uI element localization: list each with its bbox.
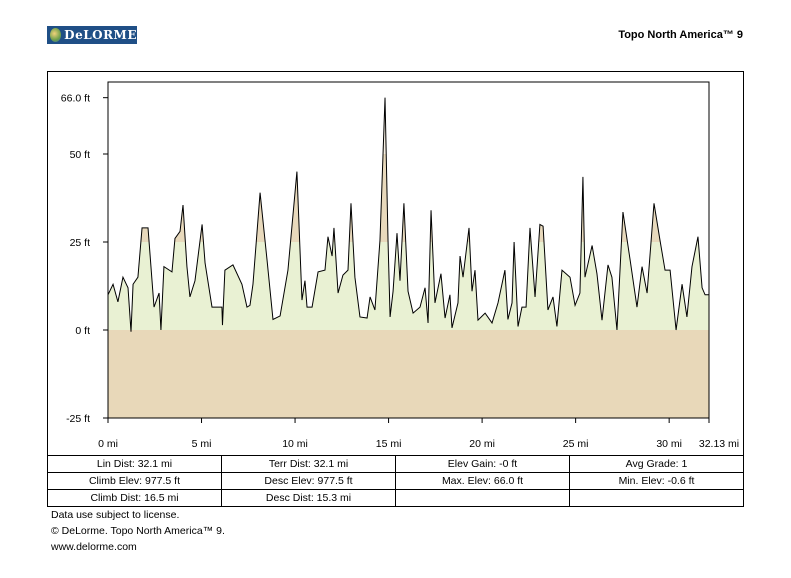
x-tick-label: 5 mi bbox=[192, 438, 212, 450]
x-tick-label: 20 mi bbox=[469, 438, 495, 450]
stat-cell: Desc Dist: 15.3 mi bbox=[222, 490, 396, 507]
x-tick-label: 30 mi bbox=[656, 438, 682, 450]
x-tick-label: 32.13 mi bbox=[699, 438, 739, 450]
y-tick-label: 66.0 ft bbox=[61, 93, 90, 105]
stat-cell: Terr Dist: 32.1 mi bbox=[222, 456, 396, 473]
y-tick-label: -25 ft bbox=[66, 413, 90, 425]
stat-cell: Climb Dist: 16.5 mi bbox=[48, 490, 222, 507]
stat-cell bbox=[570, 490, 744, 507]
y-tick-label: 0 ft bbox=[75, 325, 90, 337]
below-zero-area bbox=[108, 330, 709, 418]
stats-row: Climb Dist: 16.5 miDesc Dist: 15.3 mi bbox=[48, 490, 744, 507]
elevation-profile-page: DeLORME Topo North America™ 9 66.0 ft50 … bbox=[0, 0, 791, 578]
stat-cell: Avg Grade: 1 bbox=[570, 456, 744, 473]
stats-row: Climb Elev: 977.5 ftDesc Elev: 977.5 ftM… bbox=[48, 473, 744, 490]
stat-cell: Elev Gain: -0 ft bbox=[396, 456, 570, 473]
x-tick-label: 25 mi bbox=[563, 438, 589, 450]
stat-cell: Lin Dist: 32.1 mi bbox=[48, 456, 222, 473]
stat-cell: Desc Elev: 977.5 ft bbox=[222, 473, 396, 490]
x-tick-label: 10 mi bbox=[282, 438, 308, 450]
elevation-chart: 66.0 ft 50 ft 25 ft 0 ft -25 ft 0 mi 5 mi 10 mi… bbox=[0, 0, 791, 460]
website-link[interactable]: www.delorme.com bbox=[51, 541, 137, 553]
stat-cell: Climb Elev: 977.5 ft bbox=[48, 473, 222, 490]
y-tick-label: 50 ft bbox=[70, 149, 91, 161]
stats-row: Lin Dist: 32.1 miTerr Dist: 32.1 miElev … bbox=[48, 456, 744, 473]
stats-table: Lin Dist: 32.1 miTerr Dist: 32.1 miElev … bbox=[47, 455, 744, 507]
x-tick-label: 15 mi bbox=[376, 438, 402, 450]
license-note: Data use subject to license. bbox=[51, 509, 179, 521]
stat-cell: Max. Elev: 66.0 ft bbox=[396, 473, 570, 490]
stat-cell bbox=[396, 490, 570, 507]
y-tick-label: 25 ft bbox=[70, 237, 91, 249]
stat-cell: Min. Elev: -0.6 ft bbox=[570, 473, 744, 490]
copyright: © DeLorme. Topo North America™ 9. bbox=[51, 525, 225, 537]
x-tick-label: 0 mi bbox=[98, 438, 118, 450]
